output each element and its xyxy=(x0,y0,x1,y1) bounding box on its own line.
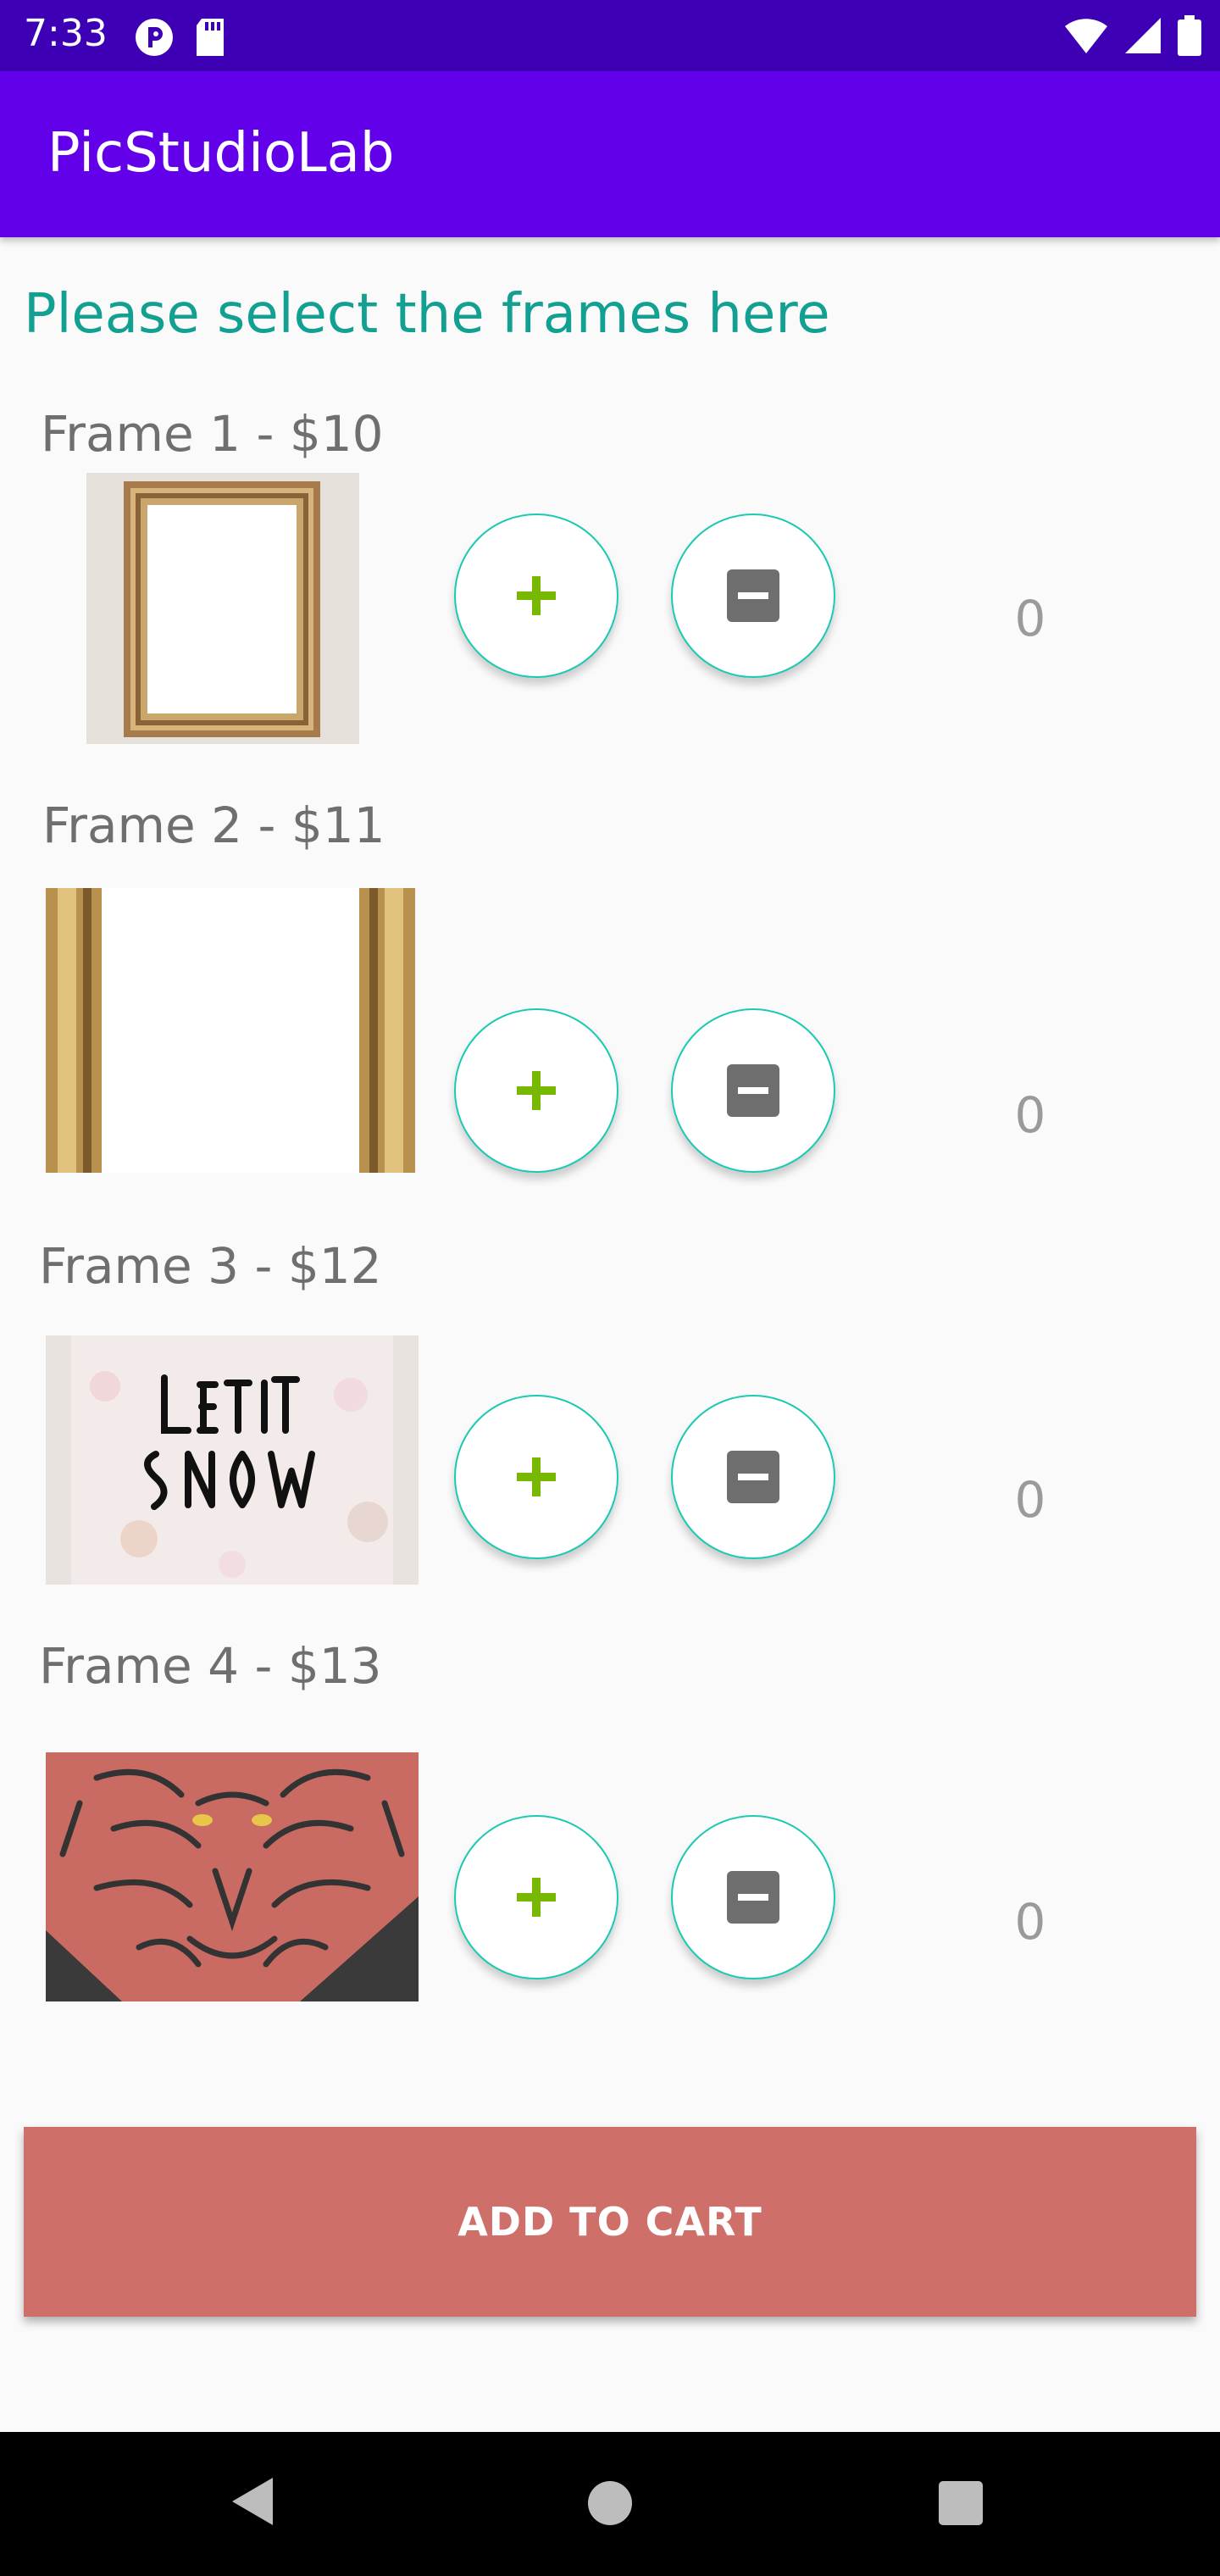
frame-3-image xyxy=(46,1335,419,1585)
plus-icon xyxy=(515,1069,557,1112)
app-bar: PicStudioLab xyxy=(0,71,1220,237)
signal-icon xyxy=(1123,16,1162,59)
frame-4-increment-button[interactable] xyxy=(454,1815,618,1979)
status-bar: 7:33 xyxy=(0,0,1220,71)
frame-3-quantity: 0 xyxy=(1014,1471,1046,1529)
back-icon[interactable] xyxy=(230,2476,274,2531)
frame-1-label: Frame 1 - $10 xyxy=(41,405,384,463)
plus-icon xyxy=(515,575,557,617)
frame-1-quantity: 0 xyxy=(1014,590,1046,647)
app-title: PicStudioLab xyxy=(47,122,395,185)
frame-3-increment-button[interactable] xyxy=(454,1395,618,1559)
frame-4-quantity: 0 xyxy=(1014,1893,1046,1951)
frame-2-image xyxy=(46,888,415,1173)
plus-icon xyxy=(515,1876,557,1918)
frame-2-label: Frame 2 - $11 xyxy=(42,797,385,854)
frame-1-increment-button[interactable] xyxy=(454,514,618,678)
page-prompt: Please select the frames here xyxy=(24,283,830,346)
status-time: 7:33 xyxy=(24,12,108,55)
frame-3-label: Frame 3 - $12 xyxy=(39,1237,382,1295)
system-nav-bar xyxy=(0,2432,1220,2576)
frame-4-decrement-button[interactable] xyxy=(671,1815,835,1979)
sync-status-icon xyxy=(134,17,175,62)
frame-1-decrement-button[interactable] xyxy=(671,514,835,678)
frame-3-decrement-button[interactable] xyxy=(671,1395,835,1559)
minus-icon xyxy=(727,1871,779,1924)
home-icon[interactable] xyxy=(588,2481,632,2525)
frame-4-image xyxy=(46,1752,419,2001)
minus-icon xyxy=(727,569,779,622)
minus-icon xyxy=(727,1451,779,1503)
frame-2-increment-button[interactable] xyxy=(454,1008,618,1173)
add-to-cart-button[interactable]: ADD TO CART xyxy=(24,2127,1196,2317)
battery-icon xyxy=(1178,15,1201,60)
frame-2-quantity: 0 xyxy=(1014,1086,1046,1144)
frame-4-label: Frame 4 - $13 xyxy=(39,1637,382,1695)
wifi-icon xyxy=(1064,16,1108,59)
sd-card-icon xyxy=(193,17,227,62)
frame-1-image xyxy=(86,473,359,744)
plus-icon xyxy=(515,1456,557,1498)
recents-icon[interactable] xyxy=(939,2481,983,2525)
minus-icon xyxy=(727,1064,779,1117)
frame-2-decrement-button[interactable] xyxy=(671,1008,835,1173)
